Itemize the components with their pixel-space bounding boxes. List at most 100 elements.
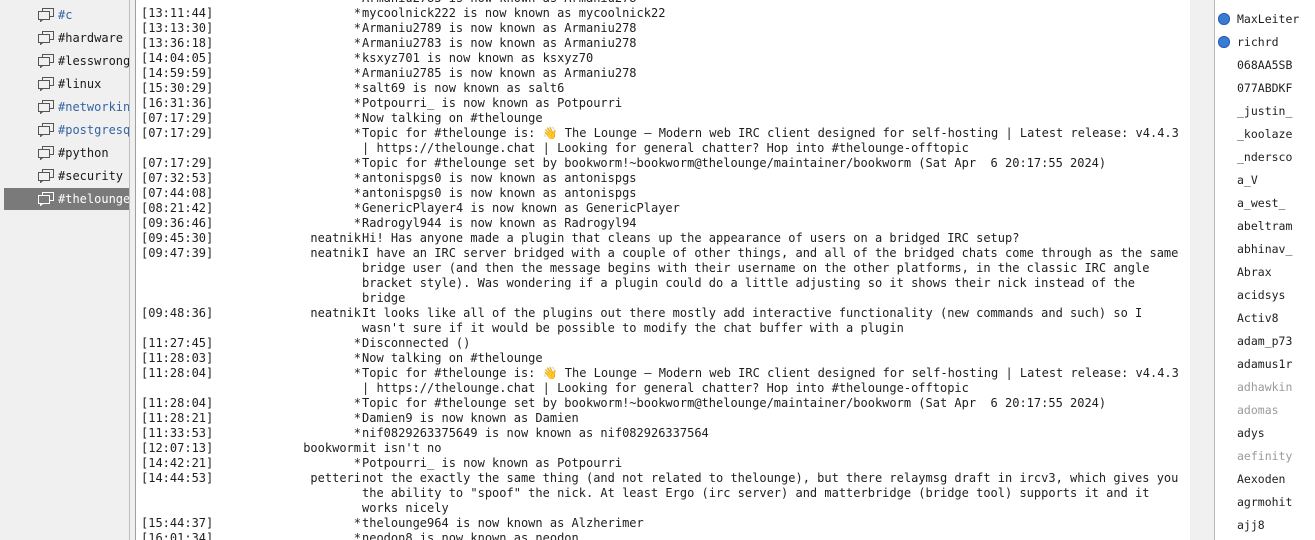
user-list-item[interactable]: a_V bbox=[1215, 168, 1315, 191]
message-nick[interactable]: petteri bbox=[225, 471, 362, 516]
user-nick: _ndersco bbox=[1237, 149, 1293, 164]
user-list-item[interactable]: _koolaze bbox=[1215, 122, 1315, 145]
message-text: antonispgs0 is now known as antonispgs bbox=[362, 171, 637, 185]
user-list-item[interactable]: _justin_ bbox=[1215, 99, 1315, 122]
user-list-item[interactable]: MaxLeiter bbox=[1215, 7, 1315, 30]
chat-line: [13:11:44] * mycoolnick222 is now known as… bbox=[141, 6, 1181, 21]
channel-item[interactable]: #hardware bbox=[4, 27, 129, 49]
user-nick: a_west_ bbox=[1237, 195, 1286, 210]
user-list-item[interactable]: Aexoden bbox=[1215, 467, 1315, 490]
message-nick: * bbox=[353, 126, 361, 140]
user-nick: _justin_ bbox=[1237, 103, 1293, 118]
timestamp: [16:31:36] bbox=[141, 96, 214, 110]
message-text: Topic for #thelounge set by bookworm!~bo… bbox=[362, 396, 1107, 410]
user-nick: abhinav_ bbox=[1237, 241, 1293, 256]
pane-splitter[interactable] bbox=[1190, 0, 1214, 540]
chat-line: [11:27:45] * Disconnected () bbox=[141, 336, 1181, 351]
user-nick: abeltram bbox=[1237, 218, 1293, 233]
chat-line: [07:17:29] * Topic for #thelounge set by b… bbox=[141, 156, 1181, 171]
chat-line: [13:36:18] * Armaniu2783 is now known as A… bbox=[141, 36, 1181, 51]
user-list-item[interactable]: a_west_ bbox=[1215, 191, 1315, 214]
chat-bubble-icon bbox=[38, 77, 54, 91]
message-text: ksxyz701 is now known as ksxyz70 bbox=[362, 51, 594, 65]
user-nick: MaxLeiter bbox=[1237, 11, 1300, 26]
chat-buffer[interactable]: *Armaniu2783 is now known as Armaniu278[… bbox=[135, 0, 1191, 540]
channel-item[interactable]: #thelounge bbox=[4, 188, 129, 210]
user-list-item[interactable]: 077ABDKF bbox=[1215, 76, 1315, 99]
message-nick[interactable]: neatnik bbox=[225, 306, 362, 336]
user-nick: a_V bbox=[1237, 172, 1258, 187]
user-nick: adhawkin bbox=[1237, 379, 1293, 394]
timestamp: [12:07:13] bbox=[141, 441, 214, 455]
timestamp: [07:17:29] bbox=[141, 156, 214, 170]
channel-label: #thelounge bbox=[58, 192, 129, 206]
timestamp: [11:33:53] bbox=[141, 426, 214, 440]
user-list-item[interactable]: richrd bbox=[1215, 30, 1315, 53]
message-nick: * bbox=[353, 96, 361, 110]
timestamp: [15:30:29] bbox=[141, 81, 214, 95]
message-nick: * bbox=[353, 411, 361, 425]
chat-line: [11:33:53] * nif0829263375649 is now known… bbox=[141, 426, 1181, 441]
user-list-item[interactable]: adamus1r bbox=[1215, 352, 1315, 375]
user-list[interactable]: MaxLeiter richrd 068AA5SB 077ABDKF _justin_ _… bbox=[1214, 0, 1315, 540]
message-nick: * bbox=[353, 426, 361, 440]
timestamp: [13:36:18] bbox=[141, 36, 214, 50]
message-text: Topic for #thelounge set by bookworm!~bo… bbox=[362, 156, 1107, 170]
message-nick: * bbox=[353, 21, 361, 35]
channel-label: #networking bbox=[58, 100, 129, 114]
user-list-item[interactable]: abhinav_ bbox=[1215, 237, 1315, 260]
user-list-item[interactable]: 068AA5SB bbox=[1215, 53, 1315, 76]
user-list-item[interactable]: adomas bbox=[1215, 398, 1315, 421]
user-list-item[interactable]: _ndersco bbox=[1215, 145, 1315, 168]
user-nick: adys bbox=[1237, 425, 1265, 440]
channel-item[interactable]: #networking bbox=[4, 96, 129, 118]
message-nick: * bbox=[353, 351, 361, 365]
message-text: Armaniu2785 is now known as Armaniu278 bbox=[362, 66, 637, 80]
channel-item[interactable]: #lesswrong bbox=[4, 50, 129, 72]
message-nick[interactable]: neatnik bbox=[225, 246, 362, 306]
channel-item[interactable]: #linux bbox=[4, 73, 129, 95]
channel-item[interactable]: #security bbox=[4, 165, 129, 187]
user-list-item[interactable]: adam_p73 bbox=[1215, 329, 1315, 352]
channel-item[interactable]: #c bbox=[4, 4, 129, 26]
channel-item[interactable]: #python bbox=[4, 142, 129, 164]
user-list-item[interactable]: adys bbox=[1215, 421, 1315, 444]
chat-bubble-icon bbox=[38, 169, 54, 183]
message-nick: * bbox=[353, 66, 361, 80]
message-nick: * bbox=[353, 51, 361, 65]
message-text: Potpourri_ is now known as Potpourri bbox=[362, 96, 623, 110]
timestamp: [09:48:36] bbox=[141, 306, 214, 320]
user-list-item[interactable]: abeltram bbox=[1215, 214, 1315, 237]
timestamp: [09:47:39] bbox=[141, 246, 214, 260]
message-nick: * bbox=[353, 396, 361, 410]
user-list-item[interactable]: adhawkin bbox=[1215, 375, 1315, 398]
user-list-item[interactable]: acidsys bbox=[1215, 283, 1315, 306]
timestamp: [07:17:29] bbox=[141, 111, 214, 125]
user-list-item[interactable]: Activ8 bbox=[1215, 306, 1315, 329]
user-list-item[interactable]: ajj8 bbox=[1215, 513, 1315, 536]
message-nick[interactable]: bookworm bbox=[225, 441, 362, 456]
chat-line: [14:59:59] * Armaniu2785 is now known as A… bbox=[141, 66, 1181, 81]
chat-line: [07:17:29] * Topic for #thelounge is: 👋 Th… bbox=[141, 126, 1181, 156]
chat-bubble-icon bbox=[38, 146, 54, 160]
timestamp: [13:11:44] bbox=[141, 6, 214, 20]
chat-line: [12:07:13] bookworm it isn't no bbox=[141, 441, 1181, 456]
message-nick: * bbox=[353, 336, 361, 350]
user-list-item[interactable]: aefinity bbox=[1215, 444, 1315, 467]
channel-item[interactable]: #postgresql bbox=[4, 119, 129, 141]
message-nick[interactable]: neatnik bbox=[225, 231, 362, 246]
chat-bubble-icon bbox=[38, 54, 54, 68]
timestamp: [15:44:37] bbox=[141, 516, 214, 530]
user-list-item[interactable]: agrmohit bbox=[1215, 490, 1315, 513]
user-nick: Aexoden bbox=[1237, 471, 1286, 486]
message-nick: * bbox=[353, 366, 361, 380]
user-nick: 068AA5SB bbox=[1237, 57, 1293, 72]
user-nick: ajj8 bbox=[1237, 517, 1265, 532]
message-text: Topic for #thelounge is: 👋 The Lounge – … bbox=[362, 126, 1187, 155]
channel-label: #postgresql bbox=[58, 123, 129, 137]
user-list-item[interactable]: Abrax bbox=[1215, 260, 1315, 283]
chat-line: [11:28:04] * Topic for #thelounge is: 👋 Th… bbox=[141, 366, 1181, 396]
chat-line: [13:13:30] * Armaniu2789 is now known as A… bbox=[141, 21, 1181, 36]
chat-line: [16:01:34] * neodon8 is now known as neodo… bbox=[141, 531, 1181, 540]
chat-line: [09:48:36] neatnik It looks like all of th… bbox=[141, 306, 1181, 336]
